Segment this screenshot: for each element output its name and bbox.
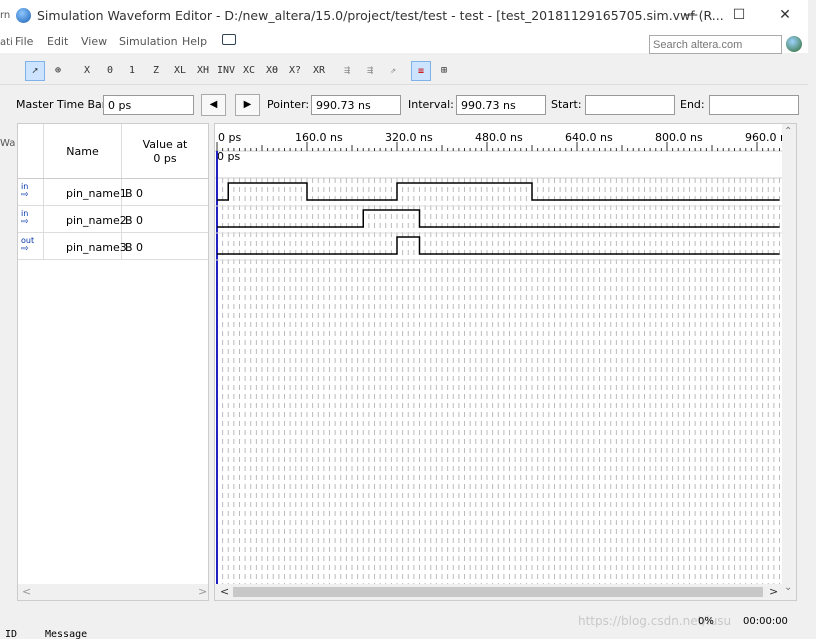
- count-value-icon[interactable]: XC: [239, 61, 259, 81]
- search-input[interactable]: [649, 35, 782, 54]
- run-timing-icon[interactable]: ⇗: [383, 61, 403, 81]
- signal-value: B 0: [125, 187, 144, 200]
- next-transition-button[interactable]: ▶: [235, 94, 260, 116]
- signal-name: pin_name1: [66, 187, 127, 200]
- run-functional-icon[interactable]: ⇶: [360, 61, 380, 81]
- status-bar: https://blog.csdn.net/lusu 0% 00:00:00: [0, 607, 816, 639]
- scroll-right-icon[interactable]: >: [198, 585, 207, 598]
- random-value-icon[interactable]: XR: [309, 61, 329, 81]
- elapsed-time: 00:00:00: [743, 616, 788, 627]
- timeline-tick-label: 960.0 ns: [745, 131, 782, 144]
- signal-name: pin_name2: [66, 214, 127, 227]
- waveform-pane[interactable]: 0 ps 160.0 ns 320.0 ns 480.0 ns 640.0 ns 800.…: [214, 123, 797, 601]
- timeline-tick-label: 320.0 ns: [385, 131, 433, 144]
- value-column-time: 0 ps: [153, 152, 177, 165]
- scroll-left-icon[interactable]: <: [220, 585, 229, 598]
- waveform-canvas[interactable]: 0 ps 160.0 ns 320.0 ns 480.0 ns 640.0 ns 800.…: [215, 124, 782, 584]
- grid-icon[interactable]: ⊞: [434, 61, 454, 81]
- maximize-button[interactable]: ☐: [716, 0, 762, 31]
- window-title: Simulation Waveform Editor - D:/new_alte…: [37, 8, 724, 23]
- signal-list-pane: Name Value at 0 ps in ⇨ pin_name1 B 0 in ⇨…: [17, 123, 209, 601]
- signal-value: B 0: [125, 214, 144, 227]
- title-bar: Simulation Waveform Editor - D:/new_alte…: [0, 0, 808, 31]
- signal-value: B 0: [125, 241, 144, 254]
- name-column-header[interactable]: Name: [44, 145, 121, 158]
- start-label: Start:: [551, 98, 582, 111]
- scroll-down-icon[interactable]: ⌄: [784, 582, 792, 593]
- time-bar: Master Time Bar: 0 ps ◀ ▶ Pointer: 990.7…: [10, 91, 810, 117]
- signal-row[interactable]: out ⇨ pin_name3 B 0: [18, 233, 208, 260]
- menu-simulation[interactable]: Simulation: [119, 35, 178, 48]
- chat-icon[interactable]: [222, 34, 236, 45]
- time-cursor-label: 0 ps: [217, 150, 240, 163]
- force-unknown-icon[interactable]: X: [77, 61, 97, 81]
- scroll-right-icon[interactable]: >: [769, 585, 778, 598]
- signal-row[interactable]: in ⇨ pin_name2 B 0: [18, 206, 208, 233]
- force-weak-low-icon[interactable]: XL: [170, 61, 190, 81]
- background-message-label: Message: [45, 629, 88, 639]
- minimize-button[interactable]: —: [668, 0, 714, 31]
- invert-icon[interactable]: INV: [216, 61, 236, 81]
- scrollbar-thumb[interactable]: [233, 587, 763, 597]
- force-high-icon[interactable]: 1: [122, 61, 142, 81]
- timeline-tick-label: 640.0 ns: [565, 131, 613, 144]
- previous-transition-button[interactable]: ◀: [201, 94, 226, 116]
- force-low-icon[interactable]: 0: [100, 61, 120, 81]
- force-high-impedance-icon[interactable]: Z: [146, 61, 166, 81]
- toolbar: ➚ ⊕ X 0 1 Z XL XH INV XC XӨ X? XR ⇶ ⇶ ⇗ …: [0, 58, 808, 85]
- arbitrary-value-icon[interactable]: X?: [285, 61, 305, 81]
- vertical-scrollbar[interactable]: ⌃ ⌄: [782, 124, 796, 600]
- interval-field: 990.73 ns: [456, 95, 546, 115]
- globe-icon[interactable]: [786, 36, 802, 52]
- selection-tool-icon[interactable]: ➚: [25, 61, 45, 81]
- scroll-left-icon[interactable]: <: [22, 585, 31, 598]
- waveform-view-icon[interactable]: ≡: [411, 61, 431, 81]
- end-label: End:: [680, 98, 705, 111]
- value-column-header[interactable]: Value at: [122, 138, 208, 151]
- menu-help[interactable]: Help: [182, 35, 207, 48]
- force-weak-high-icon[interactable]: XH: [193, 61, 213, 81]
- overwrite-icon[interactable]: ⇶: [337, 61, 357, 81]
- menu-edit[interactable]: Edit: [47, 35, 68, 48]
- app-logo-icon: [16, 8, 31, 23]
- master-time-bar-label: Master Time Bar:: [16, 98, 110, 111]
- zoom-tool-icon[interactable]: ⊕: [48, 61, 68, 81]
- menu-file[interactable]: File: [15, 35, 33, 48]
- background-id-label: ID: [5, 629, 18, 639]
- signal-row[interactable]: in ⇨ pin_name1 B 0: [18, 179, 208, 206]
- master-time-bar-field[interactable]: 0 ps: [103, 95, 194, 115]
- end-field[interactable]: [709, 95, 799, 115]
- timeline-tick-label: 160.0 ns: [295, 131, 343, 144]
- background-fragment: rn: [0, 10, 11, 21]
- background-fragment: Wa: [0, 138, 16, 149]
- timeline-tick-label: 800.0 ns: [655, 131, 703, 144]
- input-pin-icon: in ⇨: [21, 182, 29, 200]
- timeline-tick-label: 0 ps: [218, 131, 241, 144]
- pointer-label: Pointer:: [267, 98, 310, 111]
- background-fragment: ati: [0, 37, 13, 48]
- close-button[interactable]: ✕: [762, 0, 808, 31]
- clock-value-icon[interactable]: XӨ: [262, 61, 282, 81]
- menu-view[interactable]: View: [81, 35, 107, 48]
- pointer-field: 990.73 ns: [311, 95, 401, 115]
- left-horizontal-scrollbar[interactable]: < >: [18, 584, 208, 600]
- interval-label: Interval:: [408, 98, 454, 111]
- scroll-up-icon[interactable]: ⌃: [784, 126, 792, 137]
- horizontal-scrollbar[interactable]: < >: [215, 584, 782, 600]
- input-pin-icon: in ⇨: [21, 209, 29, 227]
- output-pin-icon: out ⇨: [21, 236, 35, 254]
- signal-name: pin_name3: [66, 241, 127, 254]
- progress-text: 0%: [698, 616, 714, 627]
- timeline-tick-label: 480.0 ns: [475, 131, 523, 144]
- simulation-waveform-editor-window: Simulation Waveform Editor - D:/new_alte…: [0, 0, 816, 639]
- start-field[interactable]: [585, 95, 675, 115]
